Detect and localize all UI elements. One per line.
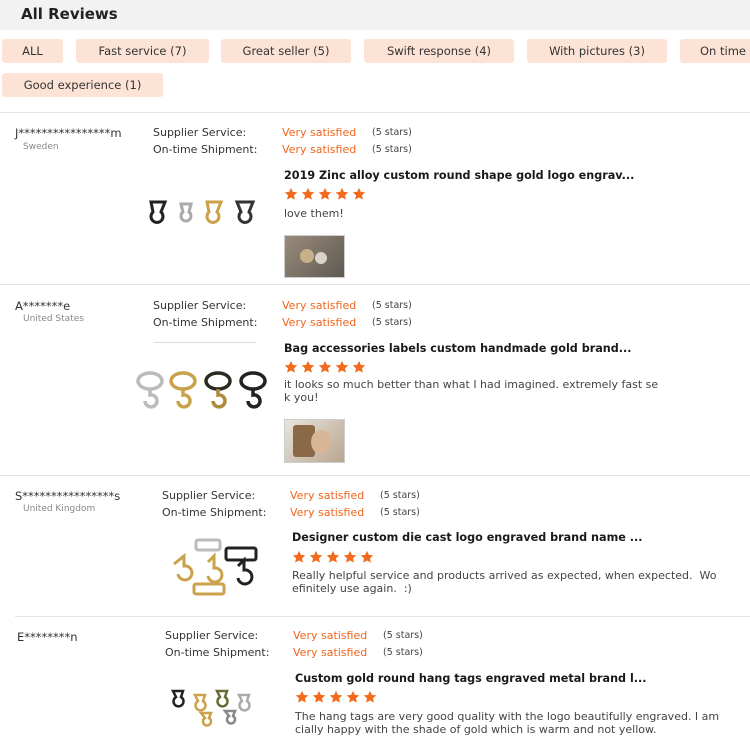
rating-stars (284, 360, 366, 374)
reviewer-country: United States (23, 314, 84, 324)
shipment-label: On-time Shipment: (153, 143, 258, 156)
star-icon (295, 690, 309, 703)
star-icon (363, 690, 377, 703)
supplier-service-label: Supplier Service: (153, 126, 247, 139)
rating-stars (284, 187, 366, 201)
review-item: J****************m Sweden Supplier Servi… (0, 112, 750, 284)
star-icon (284, 360, 298, 373)
supplier-service-value: Very satisfied (282, 126, 357, 139)
filter-chip-good-experience[interactable]: Good experience (1) (2, 73, 163, 97)
star-icon (352, 360, 366, 373)
shipment-value: Very satisfied (282, 143, 357, 156)
star-icon (335, 187, 349, 200)
product-image[interactable] (165, 685, 270, 727)
reviewer-name: J****************m (15, 126, 122, 140)
supplier-service-label: Supplier Service: (165, 629, 259, 642)
shipment-stars: (5 stars) (383, 647, 423, 658)
filter-chip-swift-response[interactable]: Swift response (4) (364, 39, 514, 63)
star-icon (352, 187, 366, 200)
shipment-stars: (5 stars) (372, 144, 412, 155)
shipment-value: Very satisfied (282, 316, 357, 329)
filter-chip-all[interactable]: ALL (2, 39, 63, 63)
reviewer-country: Sweden (23, 142, 59, 152)
reviews-header: All Reviews (0, 0, 750, 30)
filter-chip-fast-service[interactable]: Fast service (7) (76, 39, 209, 63)
page-title: All Reviews (21, 5, 118, 23)
review-item: E********n Supplier Service: Very satisf… (0, 617, 750, 750)
supplier-service-label: Supplier Service: (153, 299, 247, 312)
shipment-stars: (5 stars) (380, 507, 420, 518)
reviewer-name: A*******e (15, 299, 71, 313)
review-item: S****************s United Kingdom Suppli… (0, 476, 750, 616)
rating-stars (295, 690, 377, 704)
reviewer-country: United Kingdom (23, 504, 96, 514)
filter-chip-great-seller[interactable]: Great seller (5) (221, 39, 351, 63)
product-title[interactable]: Custom gold round hang tags engraved met… (295, 672, 647, 685)
star-icon (346, 690, 360, 703)
star-icon (309, 550, 323, 563)
shipment-label: On-time Shipment: (162, 506, 267, 519)
supplier-service-stars: (5 stars) (383, 630, 423, 641)
product-image[interactable] (160, 536, 270, 598)
star-icon (312, 690, 326, 703)
reviewer-name: E********n (17, 630, 78, 644)
review-comment: it looks so much better than what I had … (284, 378, 659, 404)
star-icon (301, 187, 315, 200)
shipment-stars: (5 stars) (372, 317, 412, 328)
rating-stars (292, 550, 374, 564)
star-icon (318, 187, 332, 200)
supplier-service-value: Very satisfied (282, 299, 357, 312)
review-photo[interactable] (284, 235, 345, 278)
shipment-value: Very satisfied (293, 646, 368, 659)
review-comment: The hang tags are very good quality with… (295, 710, 720, 736)
star-icon (318, 360, 332, 373)
filter-chip-with-pictures[interactable]: With pictures (3) (527, 39, 667, 63)
supplier-service-stars: (5 stars) (372, 300, 412, 311)
supplier-service-label: Supplier Service: (162, 489, 256, 502)
supplier-service-value: Very satisfied (290, 489, 365, 502)
product-image[interactable] (145, 198, 265, 230)
review-item: A*******e United States Supplier Service… (0, 285, 750, 475)
product-title[interactable]: Designer custom die cast logo engraved b… (292, 531, 642, 544)
review-photo[interactable] (284, 419, 345, 463)
review-comment: Really helpful service and products arri… (292, 569, 717, 595)
product-image-divider (154, 342, 256, 343)
star-icon (284, 187, 298, 200)
review-comment: love them! (284, 207, 344, 220)
product-title[interactable]: 2019 Zinc alloy custom round shape gold … (284, 169, 634, 182)
supplier-service-stars: (5 stars) (372, 127, 412, 138)
star-icon (335, 360, 349, 373)
supplier-service-value: Very satisfied (293, 629, 368, 642)
star-icon (343, 550, 357, 563)
star-icon (360, 550, 374, 563)
shipment-label: On-time Shipment: (165, 646, 270, 659)
product-image[interactable] (133, 370, 273, 412)
reviewer-name: S****************s (15, 489, 121, 503)
shipment-value: Very satisfied (290, 506, 365, 519)
star-icon (292, 550, 306, 563)
supplier-service-stars: (5 stars) (380, 490, 420, 501)
star-icon (329, 690, 343, 703)
filter-chip-on-time[interactable]: On time (680, 39, 750, 63)
star-icon (301, 360, 315, 373)
shipment-label: On-time Shipment: (153, 316, 258, 329)
star-icon (326, 550, 340, 563)
product-title[interactable]: Bag accessories labels custom handmade g… (284, 342, 632, 355)
